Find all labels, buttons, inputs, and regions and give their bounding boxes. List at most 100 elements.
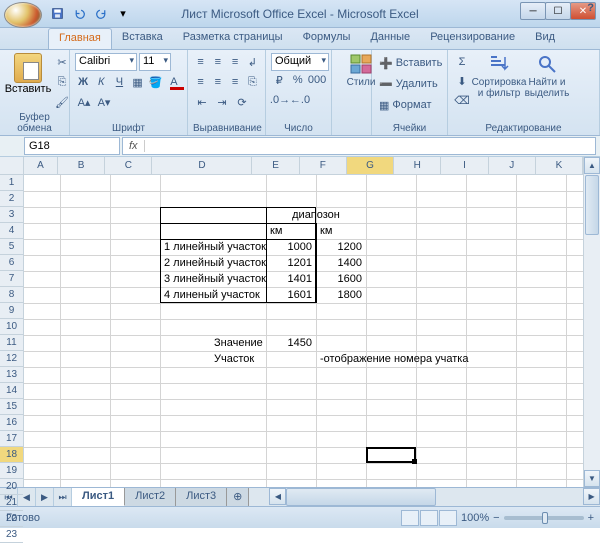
cut-icon[interactable]: ✂ [53,53,71,71]
save-icon[interactable] [48,5,66,23]
tab-view[interactable]: Вид [525,28,565,49]
column-header[interactable]: D [152,157,252,174]
formula-input[interactable]: fx [122,137,596,155]
column-header[interactable]: B [58,157,105,174]
active-cell[interactable] [366,447,416,463]
copy-icon[interactable]: ⎘ [53,73,71,91]
number-format-combo[interactable]: Общий [271,53,329,71]
column-header[interactable]: H [394,157,441,174]
row-header[interactable]: 11 [0,335,23,351]
row-header[interactable]: 13 [0,367,23,383]
format-cells-button[interactable]: ▦Формат [377,95,442,115]
vertical-scrollbar[interactable]: ▲ ▼ [583,157,600,487]
grow-font-button[interactable]: A▴ [75,93,93,111]
scroll-left-button[interactable]: ◀ [269,488,286,505]
font-size-combo[interactable]: 11 [139,53,171,71]
column-header[interactable]: J [489,157,536,174]
align-left-button[interactable]: ≡ [193,73,208,91]
align-center-button[interactable]: ≡ [210,73,225,91]
column-header[interactable]: G [347,157,394,174]
sheet-tab-1[interactable]: Лист1 [72,488,125,506]
scroll-right-button[interactable]: ▶ [583,488,600,505]
align-top-button[interactable]: ≡ [193,53,208,71]
currency-button[interactable]: ₽ [271,71,288,89]
minimize-button[interactable]: ─ [520,2,546,20]
row-header[interactable]: 4 [0,223,23,239]
column-header[interactable]: K [536,157,583,174]
last-sheet-button[interactable]: ⏭ [54,488,72,506]
clear-button[interactable]: ⌫ [453,91,471,109]
tab-review[interactable]: Рецензирование [420,28,525,49]
row-header[interactable]: 12 [0,351,23,367]
format-painter-icon[interactable]: 🖌 [53,93,71,111]
column-header[interactable]: A [24,157,58,174]
shrink-font-button[interactable]: A▾ [95,93,113,111]
row-header[interactable]: 20 [0,479,23,495]
row-header[interactable]: 5 [0,239,23,255]
worksheet-grid[interactable]: 1234567891011121314151617181920212223 AB… [0,157,600,487]
row-header[interactable]: 7 [0,271,23,287]
percent-button[interactable]: % [290,71,307,89]
row-header[interactable]: 14 [0,383,23,399]
merge-button[interactable]: ⎘ [245,73,260,91]
scroll-up-button[interactable]: ▲ [584,157,600,174]
row-header[interactable]: 22 [0,511,23,527]
qat-customize-icon[interactable]: ▾ [114,5,132,23]
office-button[interactable] [4,2,42,28]
wrap-text-button[interactable]: ↲ [245,53,260,71]
row-header[interactable]: 18 [0,447,23,463]
increase-indent-button[interactable]: ⇥ [213,93,231,111]
scroll-thumb[interactable] [585,175,599,235]
column-header[interactable]: I [441,157,488,174]
insert-cells-button[interactable]: ➕Вставить [377,53,442,73]
decrease-decimal-button[interactable]: ←.0 [291,91,309,109]
name-box[interactable]: G18 [24,137,120,155]
redo-icon[interactable] [92,5,110,23]
row-header[interactable]: 10 [0,319,23,335]
help-icon[interactable]: ? [587,2,594,14]
row-header[interactable]: 17 [0,431,23,447]
row-header[interactable]: 21 [0,495,23,511]
scroll-thumb[interactable] [286,488,435,506]
align-middle-button[interactable]: ≡ [210,53,225,71]
undo-icon[interactable] [70,5,88,23]
sheet-tab-3[interactable]: Лист3 [176,488,227,506]
sheet-tab-2[interactable]: Лист2 [125,488,176,506]
fill-color-button[interactable]: 🪣 [148,73,164,91]
row-header[interactable]: 9 [0,303,23,319]
row-header[interactable]: 16 [0,415,23,431]
row-header[interactable]: 6 [0,255,23,271]
scroll-down-button[interactable]: ▼ [584,470,600,487]
italic-button[interactable]: К [93,73,109,91]
font-color-button[interactable]: A [166,73,182,91]
align-bottom-button[interactable]: ≡ [228,53,243,71]
row-header[interactable]: 3 [0,207,23,223]
delete-cells-button[interactable]: ➖Удалить [377,74,442,94]
maximize-button[interactable]: ☐ [545,2,571,20]
decrease-indent-button[interactable]: ⇤ [193,93,211,111]
row-header[interactable]: 23 [0,527,23,543]
new-sheet-button[interactable]: ⊕ [227,488,249,506]
orientation-button[interactable]: ⟳ [233,93,251,111]
row-header[interactable]: 1 [0,175,23,191]
autosum-button[interactable]: Σ [453,53,471,71]
column-header[interactable]: C [105,157,152,174]
row-header[interactable]: 2 [0,191,23,207]
tab-data[interactable]: Данные [360,28,420,49]
tab-formulas[interactable]: Формулы [293,28,361,49]
find-select-button[interactable]: Найти и выделить [523,53,571,123]
tab-insert[interactable]: Вставка [112,28,173,49]
column-header[interactable]: E [252,157,299,174]
tab-home[interactable]: Главная [48,28,112,49]
border-button[interactable]: ▦ [130,73,146,91]
increase-decimal-button[interactable]: .0→ [271,91,289,109]
next-sheet-button[interactable]: ▶ [36,488,54,506]
tab-page-layout[interactable]: Разметка страницы [173,28,293,49]
font-name-combo[interactable]: Calibri [75,53,137,71]
column-header[interactable]: F [300,157,347,174]
fill-button[interactable]: ⬇ [453,72,471,90]
row-header[interactable]: 19 [0,463,23,479]
comma-button[interactable]: 000 [308,71,326,89]
underline-button[interactable]: Ч [111,73,127,91]
fx-icon[interactable]: fx [123,140,145,152]
